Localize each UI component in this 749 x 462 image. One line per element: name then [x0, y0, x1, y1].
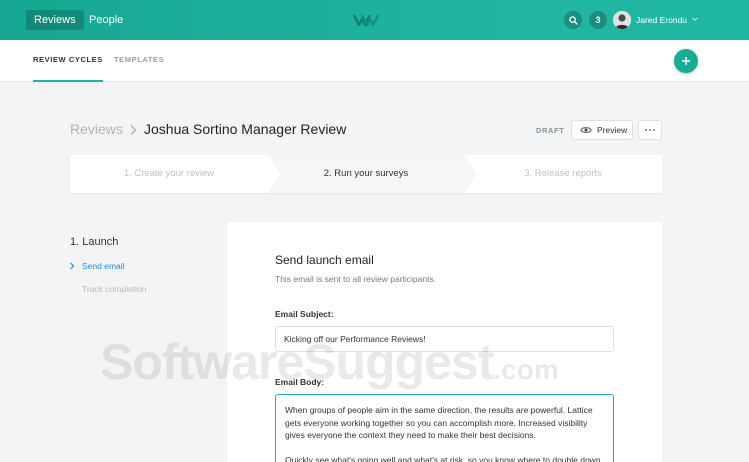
- page-title: Joshua Sortino Manager Review: [144, 121, 347, 137]
- email-body-input[interactable]: When groups of people aim in the same di…: [275, 394, 614, 462]
- sidebar-item-label: Send email: [82, 261, 125, 271]
- preview-button-label: Preview: [597, 125, 628, 135]
- sidebar-item-send-email[interactable]: Send email: [69, 260, 125, 272]
- notification-count-badge[interactable]: 3: [589, 11, 607, 29]
- sidebar-item-track-completion[interactable]: Track completion: [82, 284, 146, 294]
- nav-reviews[interactable]: Reviews: [26, 10, 84, 30]
- email-body-label: Email Body:: [275, 377, 325, 387]
- sub-navigation-bar: REVIEW CYCLES TEMPLATES: [0, 40, 749, 82]
- more-options-button[interactable]: [638, 120, 662, 140]
- email-subject-input[interactable]: [275, 326, 614, 352]
- tab-review-cycles[interactable]: REVIEW CYCLES: [33, 40, 103, 82]
- progress-stepper: 1. Create your review 2. Run your survey…: [70, 155, 662, 193]
- breadcrumb-reviews[interactable]: Reviews: [70, 121, 123, 137]
- email-subject-label: Email Subject:: [275, 309, 334, 319]
- step-run-surveys[interactable]: 2. Run your surveys: [268, 155, 464, 193]
- user-avatar-icon: [613, 11, 631, 29]
- launch-email-card: Send launch email This email is sent to …: [227, 222, 662, 462]
- preview-button[interactable]: Preview: [571, 120, 633, 140]
- search-icon: [568, 15, 578, 25]
- chevron-right-icon: [70, 262, 75, 270]
- chevron-right-icon: [130, 124, 137, 136]
- nav-people[interactable]: People: [89, 10, 123, 30]
- step-release-reports[interactable]: 3. Release reports: [464, 155, 662, 193]
- card-title: Send launch email: [275, 253, 374, 267]
- tab-templates[interactable]: TEMPLATES: [114, 40, 164, 82]
- user-name[interactable]: Jared Erondu: [636, 11, 687, 29]
- add-button[interactable]: [674, 49, 698, 73]
- step-divider-icon: [464, 155, 476, 193]
- avatar[interactable]: [613, 11, 631, 29]
- ellipsis-icon: [645, 129, 655, 131]
- step-divider-icon: [268, 155, 280, 193]
- chevron-down-icon[interactable]: [691, 15, 699, 23]
- section-title: 1. Launch: [70, 236, 119, 248]
- card-subtitle: This email is sent to all review partici…: [275, 274, 437, 284]
- eye-icon: [580, 127, 592, 133]
- status-badge: DRAFT: [536, 126, 565, 135]
- search-button[interactable]: [564, 11, 582, 29]
- lattice-logo-icon[interactable]: [353, 12, 379, 28]
- step-create-review[interactable]: 1. Create your review: [70, 155, 268, 193]
- top-navigation-bar: Reviews People 3 Jared Erondu: [0, 0, 749, 40]
- plus-icon: [682, 57, 690, 65]
